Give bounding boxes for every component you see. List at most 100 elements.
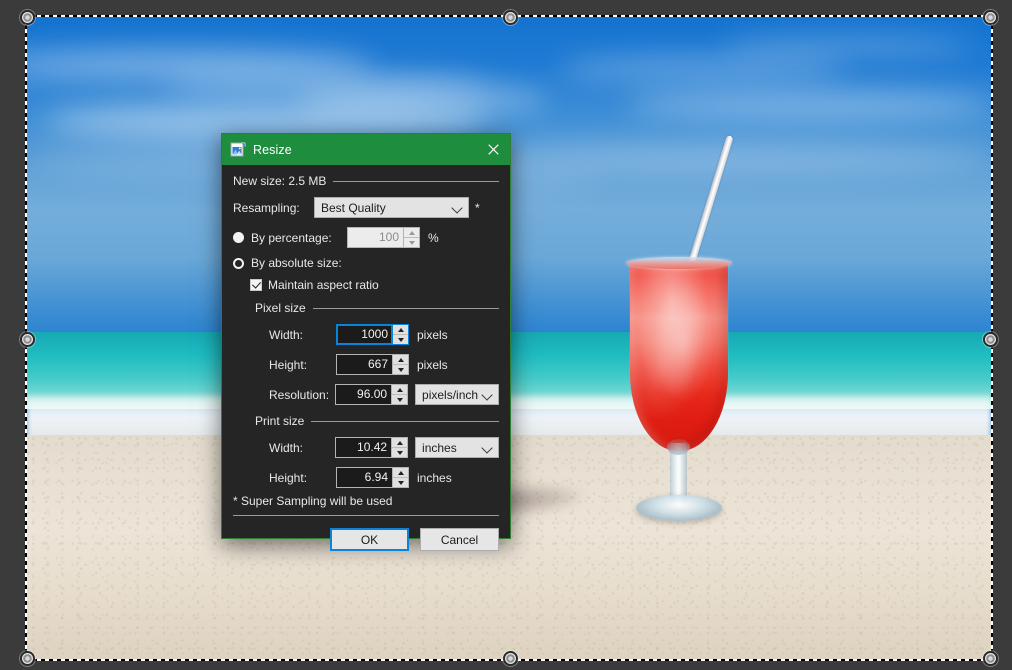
resolution-unit-dropdown[interactable]: pixels/inch xyxy=(415,384,499,405)
resize-handle-middle-right[interactable] xyxy=(983,332,998,347)
print-height-label: Height: xyxy=(255,471,336,485)
pixel-size-header: Pixel size xyxy=(255,301,499,315)
image-resize-icon xyxy=(230,142,246,158)
print-width-spin-buttons[interactable] xyxy=(391,437,408,458)
glass-foot xyxy=(636,495,722,521)
chevron-down-icon xyxy=(451,201,464,214)
spinner-up-icon[interactable] xyxy=(392,438,407,447)
pixel-height-unit-label: pixels xyxy=(417,358,448,372)
by-percentage-radio-row[interactable]: By percentage: 100 % xyxy=(233,227,499,248)
resampling-label: Resampling: xyxy=(233,201,314,215)
cloud-shape xyxy=(722,36,973,56)
resampling-row: Resampling: Best Quality * xyxy=(233,197,499,218)
resize-handle-bottom-center[interactable] xyxy=(503,651,518,666)
dialog-title: Resize xyxy=(253,143,478,157)
print-height-row: Height: 6.94 inches xyxy=(255,467,499,488)
print-height-input[interactable]: 6.94 xyxy=(336,467,392,488)
chevron-down-icon xyxy=(481,441,494,454)
maintain-aspect-ratio-row[interactable]: Maintain aspect ratio xyxy=(250,278,499,292)
close-icon[interactable] xyxy=(478,135,508,165)
resolution-label: Resolution: xyxy=(255,388,335,402)
cocktail-glass xyxy=(608,121,748,541)
percentage-spin-buttons[interactable] xyxy=(403,227,420,248)
print-width-unit-dropdown[interactable]: inches xyxy=(415,437,499,458)
spinner-up-icon[interactable] xyxy=(393,355,408,364)
by-percentage-radio[interactable] xyxy=(233,232,244,243)
cancel-button[interactable]: Cancel xyxy=(420,528,499,551)
spinner-down-icon[interactable] xyxy=(392,394,407,404)
resize-handle-bottom-right[interactable] xyxy=(983,651,998,666)
spinner-up-icon[interactable] xyxy=(393,325,408,334)
pixel-width-stepper[interactable]: 1000 xyxy=(336,324,409,345)
resolution-spin-buttons[interactable] xyxy=(391,384,408,405)
print-width-stepper[interactable]: 10.42 xyxy=(335,437,408,458)
glass-bowl xyxy=(630,261,728,451)
resize-handle-middle-left[interactable] xyxy=(20,332,35,347)
pixel-width-label: Width: xyxy=(255,328,336,342)
spinner-up-icon[interactable] xyxy=(393,468,408,477)
by-absolute-size-radio-row[interactable]: By absolute size: xyxy=(233,256,499,270)
dialog-titlebar[interactable]: Resize xyxy=(222,134,510,165)
resize-handle-bottom-left[interactable] xyxy=(20,651,35,666)
resolution-row: Resolution: 96.00 pixels/inch xyxy=(255,384,499,405)
new-size-header: New size: 2.5 MB xyxy=(233,174,499,188)
maintain-aspect-ratio-checkbox[interactable] xyxy=(250,279,262,291)
cloud-shape xyxy=(625,90,992,120)
print-width-label: Width: xyxy=(255,441,335,455)
spinner-down-icon[interactable] xyxy=(404,237,419,247)
by-absolute-size-radio[interactable] xyxy=(233,258,244,269)
percentage-input[interactable]: 100 xyxy=(347,227,403,248)
resolution-unit-value: pixels/inch xyxy=(422,388,481,402)
cloud-shape xyxy=(296,86,547,113)
spinner-down-icon[interactable] xyxy=(393,334,408,344)
dialog-footer: OK Cancel xyxy=(222,528,510,551)
print-height-stepper[interactable]: 6.94 xyxy=(336,467,409,488)
spinner-down-icon[interactable] xyxy=(392,447,407,457)
percentage-unit-label: % xyxy=(428,231,439,245)
divider xyxy=(333,181,499,182)
resize-dialog: Resize New size: 2.5 MB Resampling: Best… xyxy=(221,133,511,539)
pixel-size-label: Pixel size xyxy=(255,301,306,315)
pixel-height-input[interactable]: 667 xyxy=(336,354,392,375)
by-absolute-size-label: By absolute size: xyxy=(251,256,342,270)
print-size-label: Print size xyxy=(255,414,304,428)
resize-handle-top-center[interactable] xyxy=(503,10,518,25)
resize-handle-top-left[interactable] xyxy=(20,10,35,25)
by-percentage-label: By percentage: xyxy=(251,231,347,245)
spinner-down-icon[interactable] xyxy=(393,477,408,487)
resampling-asterisk: * xyxy=(475,201,480,215)
print-width-unit-value: inches xyxy=(422,441,481,455)
divider xyxy=(233,515,499,516)
resize-handle-top-right[interactable] xyxy=(983,10,998,25)
spinner-up-icon[interactable] xyxy=(404,228,419,237)
spinner-down-icon[interactable] xyxy=(393,364,408,374)
divider xyxy=(311,421,499,422)
resampling-dropdown[interactable]: Best Quality xyxy=(314,197,469,218)
print-height-unit-label: inches xyxy=(417,471,452,485)
print-width-row: Width: 10.42 inches xyxy=(255,437,499,458)
print-width-input[interactable]: 10.42 xyxy=(335,437,391,458)
spinner-up-icon[interactable] xyxy=(392,385,407,394)
resolution-input[interactable]: 96.00 xyxy=(335,384,391,405)
pixel-height-stepper[interactable]: 667 xyxy=(336,354,409,375)
dialog-body: New size: 2.5 MB Resampling: Best Qualit… xyxy=(222,165,510,516)
new-size-label: New size: 2.5 MB xyxy=(233,174,326,188)
print-height-spin-buttons[interactable] xyxy=(392,467,409,488)
pixel-width-spin-buttons[interactable] xyxy=(392,324,409,345)
resolution-stepper[interactable]: 96.00 xyxy=(335,384,408,405)
cloud-shape xyxy=(557,56,847,79)
glass-stem xyxy=(670,443,687,503)
divider xyxy=(313,308,499,309)
pixel-height-label: Height: xyxy=(255,358,336,372)
super-sampling-note: * Super Sampling will be used xyxy=(233,494,499,508)
pixel-height-row: Height: 667 pixels xyxy=(255,354,499,375)
maintain-aspect-ratio-label: Maintain aspect ratio xyxy=(268,278,379,292)
percentage-stepper[interactable]: 100 xyxy=(347,227,420,248)
glass-rim xyxy=(626,257,732,269)
editor-workspace: Resize New size: 2.5 MB Resampling: Best… xyxy=(0,0,1012,670)
pixel-width-input[interactable]: 1000 xyxy=(336,324,392,345)
chevron-down-icon xyxy=(481,388,494,401)
pixel-width-row: Width: 1000 pixels xyxy=(255,324,499,345)
pixel-height-spin-buttons[interactable] xyxy=(392,354,409,375)
ok-button[interactable]: OK xyxy=(330,528,409,551)
